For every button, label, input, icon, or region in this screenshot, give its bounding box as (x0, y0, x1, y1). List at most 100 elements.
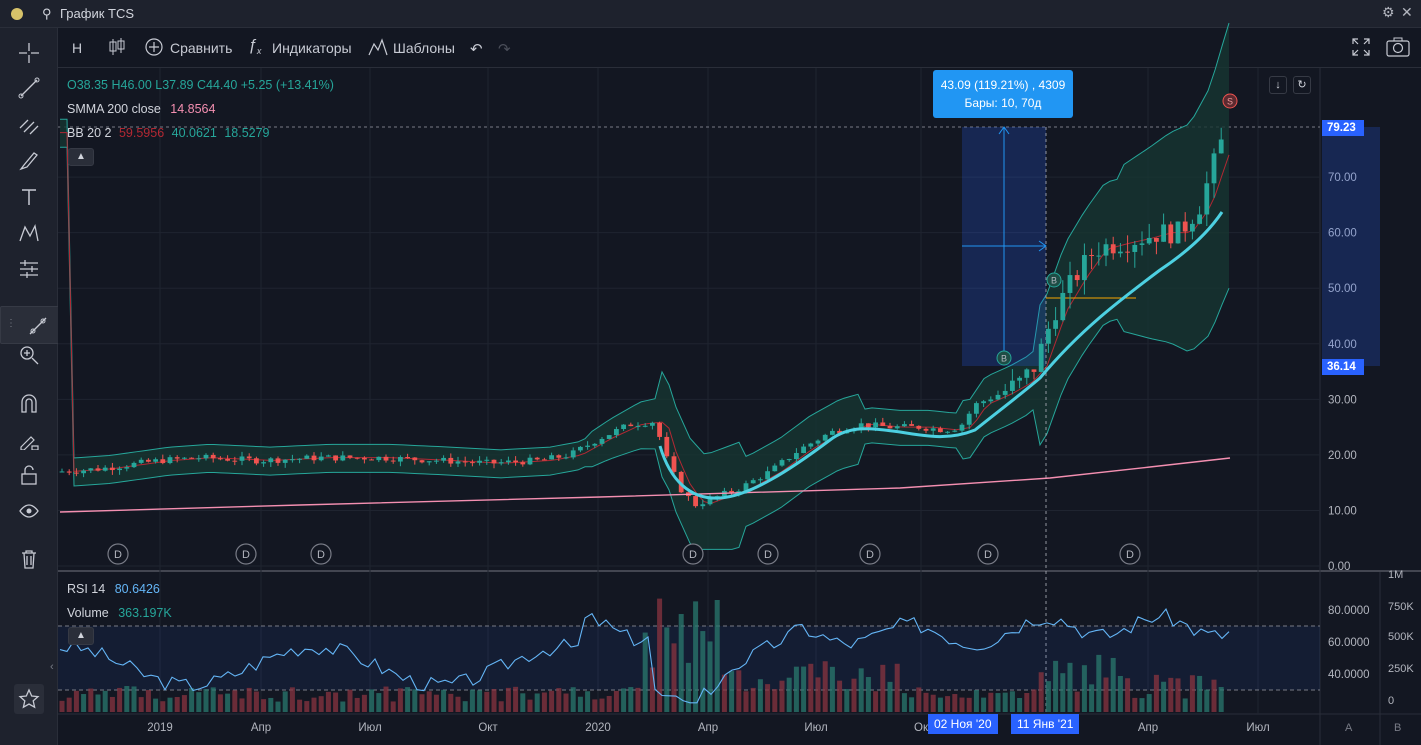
reset-scale-icon[interactable]: ↻ (1293, 76, 1311, 94)
redo-icon[interactable]: ↷ (498, 40, 511, 58)
log-scale-button[interactable]: B (1394, 722, 1401, 734)
volume-bar (649, 667, 655, 712)
time-tick-label: Апр (251, 722, 271, 734)
smma-legend[interactable]: SMMA 200 close 14.8564 (67, 102, 215, 116)
candle-body (1168, 224, 1174, 244)
candle-body (1139, 243, 1145, 245)
candle-body (268, 458, 274, 463)
candle-body (570, 450, 576, 458)
unlock-icon[interactable] (14, 460, 44, 490)
price-tag-low: 36.14 (1322, 359, 1364, 375)
trash-icon[interactable] (14, 544, 44, 574)
forecast-icon[interactable] (14, 254, 44, 284)
indicators-button[interactable]: Индикаторы (272, 40, 352, 56)
candle-body (1161, 224, 1166, 242)
buy-marker-label: B (1001, 354, 1007, 364)
compare-button[interactable]: Сравнить (170, 40, 232, 56)
compare-plus-icon[interactable] (144, 37, 164, 57)
rsi-tick-label: 40.0000 (1328, 669, 1370, 681)
bb-legend[interactable]: BB 20 2 59.5956 40.0621 18.5279 (67, 126, 270, 140)
volume-bar (1197, 675, 1203, 712)
legend-collapse-button[interactable]: ▲ (68, 148, 94, 166)
candle-body (383, 456, 389, 461)
favorites-star-icon[interactable] (14, 684, 44, 714)
candle-body (808, 443, 814, 447)
trend-line-icon[interactable] (14, 73, 44, 103)
measure-rect (962, 127, 1046, 366)
volume-bar (390, 701, 396, 712)
volume-bar (808, 663, 814, 712)
candle-body (520, 462, 526, 465)
templates-button[interactable]: Шаблоны (393, 40, 455, 56)
eye-icon[interactable] (14, 496, 44, 526)
volume-bar (700, 631, 706, 712)
templates-icon[interactable] (368, 38, 388, 56)
volume-bar (469, 689, 475, 712)
volume-bar (837, 680, 843, 712)
volume-bar (347, 689, 353, 712)
pane-collapse-button[interactable]: ▲ (68, 627, 94, 645)
volume-bar (505, 687, 511, 712)
volume-bar (261, 699, 267, 712)
time-tick-label: Окт (478, 722, 498, 734)
line-tool-icon[interactable] (27, 315, 49, 337)
drag-handle-icon[interactable]: ⋮ (6, 318, 16, 329)
bb-mid: 40.0621 (171, 126, 217, 140)
candle-body (347, 455, 353, 458)
fib-icon[interactable] (14, 110, 44, 140)
time-tick-label: Ок (914, 722, 929, 734)
candle-body (765, 471, 770, 480)
volume-bar (1053, 660, 1059, 712)
candle-body (700, 504, 706, 507)
candle-body (441, 457, 446, 461)
buy-marker (996, 350, 1012, 366)
candles-icon[interactable] (108, 37, 126, 57)
lock-drawing-icon[interactable] (14, 424, 44, 454)
interval-button[interactable]: Н (72, 40, 82, 56)
volume-bar (1218, 687, 1224, 712)
camera-icon[interactable] (1386, 37, 1410, 57)
fullscreen-icon[interactable] (1352, 38, 1370, 56)
rsi-legend[interactable]: RSI 14 80.6426 (67, 582, 160, 596)
volume-bar (1045, 681, 1051, 712)
brush-icon[interactable] (14, 146, 44, 176)
hide-tools-icon[interactable] (63, 315, 91, 337)
text-icon[interactable] (14, 182, 44, 212)
measure-arrow-right (1038, 240, 1047, 252)
candle-body (772, 465, 778, 472)
volume-bar (268, 697, 274, 712)
volume-bar (995, 693, 1001, 712)
volume-bar (1132, 697, 1138, 712)
candle-body (1031, 369, 1037, 372)
volume-bar (1009, 691, 1015, 712)
zoom-in-icon[interactable] (14, 340, 44, 370)
candle-body (261, 462, 266, 464)
volume-legend[interactable]: Volume 363.197K (67, 606, 172, 620)
volume-bar (765, 684, 771, 712)
time-tick-label: Июл (804, 722, 827, 734)
candle-body (542, 459, 547, 461)
candle-body (549, 455, 554, 460)
volume-bar (181, 695, 187, 712)
price-tick-label: 50.00 (1328, 283, 1357, 295)
candle-body (599, 438, 605, 444)
rsi-tick-label: 80.0000 (1328, 605, 1370, 617)
candle-body (398, 457, 403, 462)
crosshair-icon[interactable] (14, 38, 44, 68)
candle-body (376, 456, 382, 461)
search-icon[interactable]: ⚲ (42, 6, 52, 22)
volume-bar (671, 643, 677, 712)
indicators-fx-icon[interactable]: ƒx (248, 37, 261, 56)
candle-body (369, 459, 374, 461)
volume-bar (246, 687, 252, 712)
volume-bar (621, 688, 627, 712)
auto-scale-button[interactable]: A (1345, 722, 1352, 734)
undo-icon[interactable]: ↶ (470, 40, 483, 58)
pattern-icon[interactable] (14, 218, 44, 248)
volume-bar (513, 686, 519, 712)
time-tick-label: 2020 (585, 722, 611, 734)
scroll-down-icon[interactable]: ↓ (1269, 76, 1287, 94)
close-icon[interactable]: ✕ (1401, 4, 1413, 21)
gear-icon[interactable]: ⚙ (1382, 4, 1395, 21)
magnet-icon[interactable] (14, 388, 44, 418)
